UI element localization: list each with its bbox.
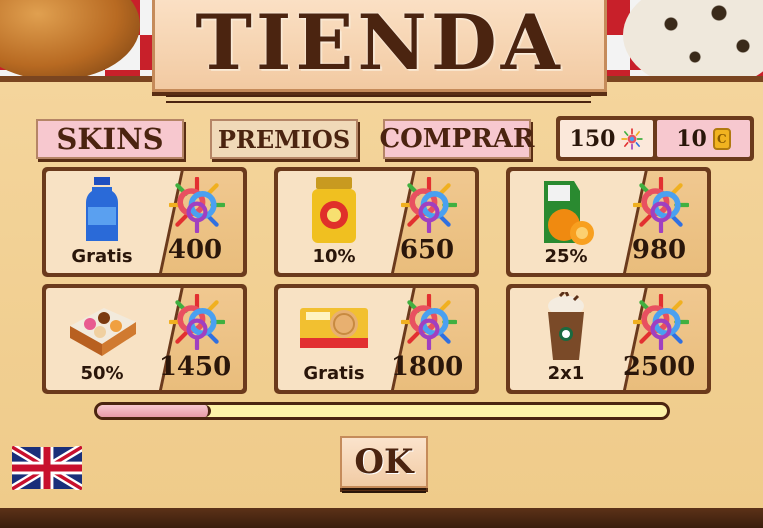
tab-skins[interactable]: SKINS <box>36 119 184 159</box>
reward-card-frappuccino[interactable]: 2x1 2500 <box>506 284 711 394</box>
reward-card-donut-box[interactable]: 50% 1450 <box>42 284 247 394</box>
coin-count: 10 <box>676 125 707 152</box>
cookie-pack-icon <box>298 292 370 362</box>
frappuccino-icon <box>530 290 602 362</box>
reward-label: 50% <box>80 363 124 384</box>
title-sign: TIENDA <box>152 0 607 92</box>
reward-label: 2x1 <box>547 363 585 384</box>
orange-juice-icon <box>530 175 602 245</box>
candy-count: 150 <box>569 125 616 152</box>
reward-card-water-bottle[interactable]: Gratis 400 <box>42 167 247 277</box>
reward-price: 980 <box>631 235 687 265</box>
candy-icon <box>401 294 457 350</box>
reward-label: Gratis <box>303 363 365 384</box>
donut-box-icon <box>66 292 138 362</box>
reward-price: 1800 <box>390 352 464 382</box>
currency-display: 150 10 C <box>556 116 754 161</box>
ok-button[interactable]: OK <box>340 436 428 488</box>
coin-balance: 10 C <box>657 120 750 157</box>
reward-price: 650 <box>399 235 455 265</box>
page-title: TIENDA <box>195 0 564 87</box>
candy-icon <box>401 177 457 233</box>
title-underline <box>166 95 591 103</box>
tab-comprar[interactable]: COMPRAR <box>379 119 535 159</box>
cocoa-jar-icon <box>298 175 370 245</box>
reward-card-cookie-pack[interactable]: Gratis 1800 <box>274 284 479 394</box>
reward-card-inner: 25% 980 <box>510 171 707 273</box>
reward-label: 25% <box>544 246 588 267</box>
reward-card-inner: Gratis 1800 <box>278 288 475 390</box>
reward-card-cocoa-jar[interactable]: 10% 650 <box>274 167 479 277</box>
candy-balance: 150 <box>560 120 653 157</box>
reward-price: 400 <box>167 235 223 265</box>
reward-card-inner: Gratis 400 <box>46 171 243 273</box>
coin-icon: C <box>712 127 731 150</box>
reward-price: 1450 <box>158 352 232 382</box>
progress-fill <box>97 405 211 417</box>
reward-card-orange-juice[interactable]: 25% 980 <box>506 167 711 277</box>
uk-flag-icon[interactable] <box>12 446 82 490</box>
background-bottom-edge <box>0 508 763 528</box>
progress-bar <box>94 402 670 420</box>
reward-card-inner: 2x1 2500 <box>510 288 707 390</box>
reward-price: 2500 <box>622 352 696 382</box>
candy-icon <box>169 294 225 350</box>
water-bottle-icon <box>66 175 138 245</box>
ok-underline <box>342 488 426 493</box>
reward-label: 10% <box>312 246 356 267</box>
candy-icon <box>169 177 225 233</box>
candy-icon <box>621 127 644 150</box>
candy-icon <box>633 294 689 350</box>
reward-card-inner: 10% 650 <box>278 171 475 273</box>
tab-premios[interactable]: PREMIOS <box>210 119 358 159</box>
reward-label: Gratis <box>71 246 133 267</box>
candy-icon <box>633 177 689 233</box>
reward-card-inner: 50% 1450 <box>46 288 243 390</box>
